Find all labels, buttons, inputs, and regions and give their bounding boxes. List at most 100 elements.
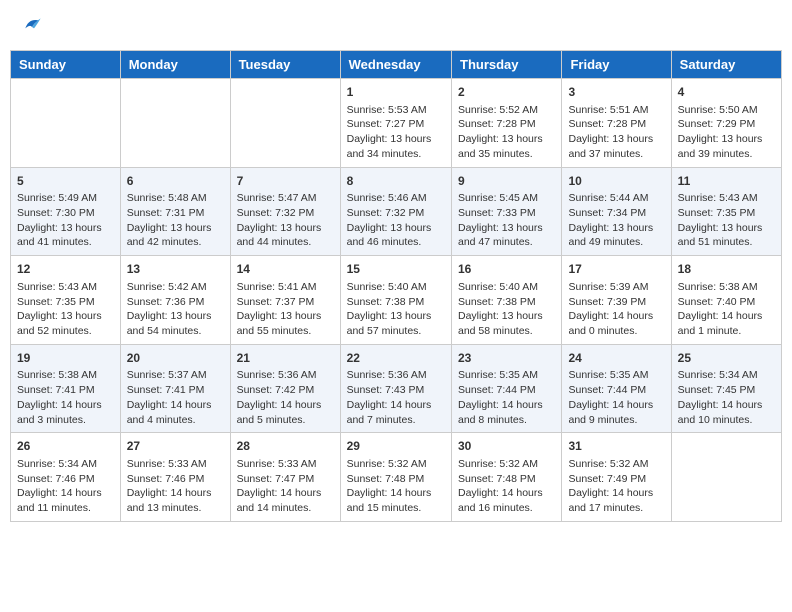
day-number: 3 [568, 84, 664, 101]
calendar-day-cell [11, 79, 121, 168]
day-info: Sunrise: 5:37 AM Sunset: 7:41 PM Dayligh… [127, 368, 224, 427]
day-number: 29 [347, 438, 445, 455]
day-number: 28 [237, 438, 334, 455]
day-number: 5 [17, 173, 114, 190]
day-info: Sunrise: 5:49 AM Sunset: 7:30 PM Dayligh… [17, 191, 114, 250]
day-number: 11 [678, 173, 775, 190]
calendar-week-row: 1 Sunrise: 5:53 AM Sunset: 7:27 PM Daylig… [11, 79, 782, 168]
day-number: 19 [17, 350, 114, 367]
day-number: 31 [568, 438, 664, 455]
calendar-header-row: SundayMondayTuesdayWednesdayThursdayFrid… [11, 51, 782, 79]
calendar-day-cell: 28 Sunrise: 5:33 AM Sunset: 7:47 PM Dayli… [230, 433, 340, 522]
calendar-day-cell: 5Sunrise: 5:49 AM Sunset: 7:30 PM Daylig… [11, 167, 121, 256]
day-info: Sunrise: 5:34 AM Sunset: 7:45 PM Dayligh… [678, 368, 775, 427]
calendar-day-cell: 14 Sunrise: 5:41 AM Sunset: 7:37 PM Dayli… [230, 256, 340, 345]
day-info: Sunrise: 5:35 AM Sunset: 7:44 PM Dayligh… [458, 368, 555, 427]
day-info: Sunrise: 5:52 AM Sunset: 7:28 PM Dayligh… [458, 103, 555, 162]
calendar-day-header: Wednesday [340, 51, 451, 79]
day-info: Sunrise: 5:50 AM Sunset: 7:29 PM Dayligh… [678, 103, 775, 162]
calendar-day-header: Tuesday [230, 51, 340, 79]
day-info: Sunrise: 5:46 AM Sunset: 7:32 PM Dayligh… [347, 191, 445, 250]
day-info: Sunrise: 5:53 AM Sunset: 7:27 PM Dayligh… [347, 103, 445, 162]
day-number: 26 [17, 438, 114, 455]
calendar-day-cell: 8Sunrise: 5:46 AM Sunset: 7:32 PM Daylig… [340, 167, 451, 256]
calendar-day-cell: 4 Sunrise: 5:50 AM Sunset: 7:29 PM Daylig… [671, 79, 781, 168]
calendar-day-cell: 17 Sunrise: 5:39 AM Sunset: 7:39 PM Dayli… [562, 256, 671, 345]
calendar-day-cell: 11Sunrise: 5:43 AM Sunset: 7:35 PM Dayli… [671, 167, 781, 256]
day-number: 10 [568, 173, 664, 190]
calendar-table: SundayMondayTuesdayWednesdayThursdayFrid… [10, 50, 782, 522]
calendar-day-cell: 30 Sunrise: 5:32 AM Sunset: 7:48 PM Dayli… [452, 433, 562, 522]
day-info: Sunrise: 5:45 AM Sunset: 7:33 PM Dayligh… [458, 191, 555, 250]
calendar-week-row: 19Sunrise: 5:38 AM Sunset: 7:41 PM Dayli… [11, 344, 782, 433]
logo-bird-icon [22, 15, 42, 35]
calendar-day-cell: 13 Sunrise: 5:42 AM Sunset: 7:36 PM Dayli… [120, 256, 230, 345]
day-info: Sunrise: 5:34 AM Sunset: 7:46 PM Dayligh… [17, 457, 114, 516]
day-number: 4 [678, 84, 775, 101]
day-info: Sunrise: 5:33 AM Sunset: 7:46 PM Dayligh… [127, 457, 224, 516]
day-number: 7 [237, 173, 334, 190]
calendar-day-cell: 12Sunrise: 5:43 AM Sunset: 7:35 PM Dayli… [11, 256, 121, 345]
day-number: 9 [458, 173, 555, 190]
day-info: Sunrise: 5:40 AM Sunset: 7:38 PM Dayligh… [458, 280, 555, 339]
day-number: 22 [347, 350, 445, 367]
calendar-day-cell: 20Sunrise: 5:37 AM Sunset: 7:41 PM Dayli… [120, 344, 230, 433]
page-header [10, 10, 782, 40]
day-info: Sunrise: 5:39 AM Sunset: 7:39 PM Dayligh… [568, 280, 664, 339]
calendar-day-cell: 26 Sunrise: 5:34 AM Sunset: 7:46 PM Dayli… [11, 433, 121, 522]
logo [20, 15, 42, 35]
day-number: 18 [678, 261, 775, 278]
calendar-day-cell: 10Sunrise: 5:44 AM Sunset: 7:34 PM Dayli… [562, 167, 671, 256]
calendar-day-cell [120, 79, 230, 168]
calendar-day-cell: 16 Sunrise: 5:40 AM Sunset: 7:38 PM Dayli… [452, 256, 562, 345]
day-number: 13 [127, 261, 224, 278]
day-info: Sunrise: 5:35 AM Sunset: 7:44 PM Dayligh… [568, 368, 664, 427]
day-info: Sunrise: 5:36 AM Sunset: 7:43 PM Dayligh… [347, 368, 445, 427]
calendar-day-header: Thursday [452, 51, 562, 79]
day-number: 24 [568, 350, 664, 367]
calendar-day-cell: 27Sunrise: 5:33 AM Sunset: 7:46 PM Dayli… [120, 433, 230, 522]
calendar-day-cell: 24Sunrise: 5:35 AM Sunset: 7:44 PM Dayli… [562, 344, 671, 433]
day-info: Sunrise: 5:42 AM Sunset: 7:36 PM Dayligh… [127, 280, 224, 339]
calendar-day-cell: 18 Sunrise: 5:38 AM Sunset: 7:40 PM Dayli… [671, 256, 781, 345]
calendar-day-cell: 23Sunrise: 5:35 AM Sunset: 7:44 PM Dayli… [452, 344, 562, 433]
day-number: 2 [458, 84, 555, 101]
day-info: Sunrise: 5:38 AM Sunset: 7:41 PM Dayligh… [17, 368, 114, 427]
day-info: Sunrise: 5:38 AM Sunset: 7:40 PM Dayligh… [678, 280, 775, 339]
day-info: Sunrise: 5:32 AM Sunset: 7:48 PM Dayligh… [458, 457, 555, 516]
calendar-day-header: Friday [562, 51, 671, 79]
calendar-day-cell [671, 433, 781, 522]
calendar-day-cell: 15Sunrise: 5:40 AM Sunset: 7:38 PM Dayli… [340, 256, 451, 345]
calendar-day-cell: 19Sunrise: 5:38 AM Sunset: 7:41 PM Dayli… [11, 344, 121, 433]
calendar-day-header: Monday [120, 51, 230, 79]
day-info: Sunrise: 5:40 AM Sunset: 7:38 PM Dayligh… [347, 280, 445, 339]
calendar-day-cell: 9Sunrise: 5:45 AM Sunset: 7:33 PM Daylig… [452, 167, 562, 256]
day-info: Sunrise: 5:44 AM Sunset: 7:34 PM Dayligh… [568, 191, 664, 250]
day-number: 23 [458, 350, 555, 367]
calendar-day-cell: 3Sunrise: 5:51 AM Sunset: 7:28 PM Daylig… [562, 79, 671, 168]
day-number: 1 [347, 84, 445, 101]
calendar-week-row: 12Sunrise: 5:43 AM Sunset: 7:35 PM Dayli… [11, 256, 782, 345]
day-info: Sunrise: 5:47 AM Sunset: 7:32 PM Dayligh… [237, 191, 334, 250]
day-number: 25 [678, 350, 775, 367]
calendar-day-cell: 2 Sunrise: 5:52 AM Sunset: 7:28 PM Daylig… [452, 79, 562, 168]
calendar-week-row: 5Sunrise: 5:49 AM Sunset: 7:30 PM Daylig… [11, 167, 782, 256]
day-number: 6 [127, 173, 224, 190]
day-info: Sunrise: 5:41 AM Sunset: 7:37 PM Dayligh… [237, 280, 334, 339]
day-number: 30 [458, 438, 555, 455]
day-info: Sunrise: 5:48 AM Sunset: 7:31 PM Dayligh… [127, 191, 224, 250]
day-info: Sunrise: 5:33 AM Sunset: 7:47 PM Dayligh… [237, 457, 334, 516]
calendar-day-cell: 7Sunrise: 5:47 AM Sunset: 7:32 PM Daylig… [230, 167, 340, 256]
day-number: 20 [127, 350, 224, 367]
day-info: Sunrise: 5:32 AM Sunset: 7:49 PM Dayligh… [568, 457, 664, 516]
day-info: Sunrise: 5:32 AM Sunset: 7:48 PM Dayligh… [347, 457, 445, 516]
calendar-day-cell: 25Sunrise: 5:34 AM Sunset: 7:45 PM Dayli… [671, 344, 781, 433]
calendar-day-header: Sunday [11, 51, 121, 79]
day-number: 16 [458, 261, 555, 278]
day-info: Sunrise: 5:36 AM Sunset: 7:42 PM Dayligh… [237, 368, 334, 427]
calendar-day-cell: 1 Sunrise: 5:53 AM Sunset: 7:27 PM Daylig… [340, 79, 451, 168]
calendar-day-cell: 21Sunrise: 5:36 AM Sunset: 7:42 PM Dayli… [230, 344, 340, 433]
day-number: 14 [237, 261, 334, 278]
day-number: 17 [568, 261, 664, 278]
calendar-day-cell: 31 Sunrise: 5:32 AM Sunset: 7:49 PM Dayli… [562, 433, 671, 522]
